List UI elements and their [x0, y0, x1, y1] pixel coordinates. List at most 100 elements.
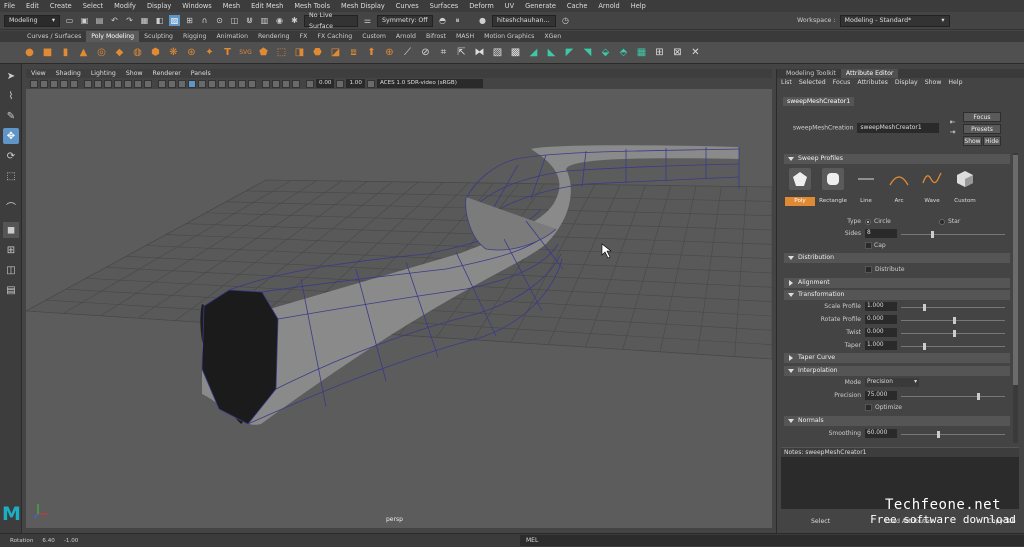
folder-new-icon[interactable]: ▭	[64, 15, 75, 26]
plane-icon[interactable]: ◆	[112, 45, 127, 60]
menu-cache[interactable]: Cache	[567, 2, 588, 10]
user-dropdown[interactable]: hiteshchauhan...	[492, 14, 556, 27]
poly-object-icon[interactable]: ⬟	[256, 45, 271, 60]
shelf-tab-custom[interactable]: Custom	[357, 31, 391, 42]
symmetry-dropdown[interactable]: Symmetry: Off	[377, 14, 433, 27]
panel-menu-selected[interactable]: Selected	[799, 78, 826, 88]
uv-auto-icon[interactable]: ⬙	[598, 45, 613, 60]
select-object-icon[interactable]: ◧	[154, 15, 165, 26]
render-settings-icon[interactable]: ✱	[289, 15, 300, 26]
profile-custom[interactable]: Custom	[950, 168, 980, 206]
viewport-menu-renderer[interactable]: Renderer	[153, 70, 181, 77]
workspace-dropdown[interactable]: Modeling - Standard* ▾	[839, 14, 950, 27]
ambient-occlusion-icon[interactable]	[228, 79, 236, 88]
super-shape-icon[interactable]: ❋	[166, 45, 181, 60]
bridge-icon[interactable]: ⧈	[346, 45, 361, 60]
profile-wave[interactable]: Wave	[917, 168, 947, 206]
panel-menu-focus[interactable]: Focus	[833, 78, 851, 88]
field-chart-icon[interactable]	[124, 79, 132, 88]
section-sweep-profiles[interactable]: Sweep Profiles	[784, 154, 1010, 164]
wire-on-shaded-icon[interactable]	[188, 79, 196, 88]
append-icon[interactable]: ⊕	[382, 45, 397, 60]
shelf-tab-rendering[interactable]: Rendering	[253, 31, 295, 42]
uv-layout-icon[interactable]: ▩	[508, 45, 523, 60]
gamma-field[interactable]: 1.00	[346, 79, 365, 88]
sphere-icon[interactable]: ●	[22, 45, 37, 60]
svg-icon[interactable]: SVG	[238, 45, 253, 60]
multicut-icon[interactable]: ⟋	[400, 45, 415, 60]
motion-blur-icon[interactable]	[238, 79, 246, 88]
menu-uv[interactable]: UV	[505, 2, 514, 10]
select-component-icon[interactable]: ▨	[169, 15, 180, 26]
exposure-icon[interactable]	[306, 79, 314, 88]
scale-field[interactable]: 1.000	[865, 302, 897, 311]
twist-field[interactable]: 0.000	[865, 328, 897, 337]
text-icon[interactable]: T	[220, 45, 235, 60]
viewport-panel[interactable]: View Shading Lighting Show Renderer Panels 0.…	[26, 69, 772, 528]
default-material-icon[interactable]	[178, 79, 186, 88]
panel-menu-show[interactable]: Show	[925, 78, 942, 88]
grid-toggle-icon[interactable]	[84, 79, 92, 88]
menu-generate[interactable]: Generate	[525, 2, 556, 10]
profile-rectangle[interactable]: Rectangle	[818, 168, 848, 206]
node-name-field[interactable]: sweepMeshCreator1	[857, 123, 940, 133]
twist-slider[interactable]	[901, 330, 1005, 337]
sculpt-icon[interactable]: ◓	[437, 15, 448, 26]
presets-button[interactable]: Presets	[963, 124, 1001, 134]
menu-help[interactable]: Help	[631, 2, 646, 10]
ipr-icon[interactable]: ◉	[274, 15, 285, 26]
twist-slider-knob[interactable]	[953, 330, 956, 337]
taper-slider-knob[interactable]	[923, 343, 926, 350]
quad-draw-icon[interactable]: ⌗	[436, 45, 451, 60]
shelf-tab-animation[interactable]: Animation	[211, 31, 253, 42]
wireframe-icon[interactable]	[158, 79, 166, 88]
combine-icon[interactable]: ⬚	[274, 45, 289, 60]
type-star-radio[interactable]	[939, 219, 945, 225]
shelf-tab-bifrost[interactable]: Bifrost	[421, 31, 451, 42]
separate-icon[interactable]: ◨	[292, 45, 307, 60]
uv-camera-icon[interactable]: ⬘	[616, 45, 631, 60]
taper-slider[interactable]	[901, 343, 1005, 350]
focus-out-icon[interactable]: ⇥	[947, 127, 958, 138]
live-surface-field[interactable]: No Live Surface	[304, 12, 358, 30]
precision-slider[interactable]	[901, 393, 1005, 400]
clock-icon[interactable]: ◷	[560, 15, 571, 26]
grease-pencil-icon[interactable]	[70, 79, 78, 88]
snap-point-icon[interactable]: ⊙	[214, 15, 225, 26]
safe-title-icon[interactable]	[144, 79, 152, 88]
menu-modify[interactable]: Modify	[114, 2, 136, 10]
cone-icon[interactable]: ▲	[76, 45, 91, 60]
mode-dropdown[interactable]: Precision ▾	[865, 378, 919, 387]
shelf-tab-fx-caching[interactable]: FX Caching	[312, 31, 357, 42]
exposure-field[interactable]: 0.00	[316, 79, 335, 88]
persp-graph-icon[interactable]: ▤	[3, 282, 19, 298]
profile-poly[interactable]: Poly	[785, 168, 815, 206]
mode-dropdown[interactable]: Modeling ▾	[4, 14, 60, 27]
menu-arnold[interactable]: Arnold	[598, 2, 619, 10]
panel-menu-attributes[interactable]: Attributes	[857, 78, 888, 88]
colorspace-dropdown[interactable]: ACES 1.0 SDR-video (sRGB)	[376, 79, 483, 88]
smoothing-field[interactable]: 60.000	[865, 429, 897, 438]
panel-scrollbar[interactable]	[1013, 153, 1018, 443]
optimize-checkbox[interactable]	[865, 404, 872, 411]
bevel-icon[interactable]: ◪	[328, 45, 343, 60]
extrude-icon[interactable]: ⬆	[364, 45, 379, 60]
resolution-gate-icon[interactable]	[104, 79, 112, 88]
select-hierarchy-icon[interactable]: ▦	[139, 15, 150, 26]
smoothing-slider-knob[interactable]	[937, 431, 940, 438]
shelf-tab-rigging[interactable]: Rigging	[178, 31, 211, 42]
shelf-tab-motion-graphics[interactable]: Motion Graphics	[479, 31, 539, 42]
save-icon[interactable]: ▤	[94, 15, 105, 26]
isolate-select-icon[interactable]	[262, 79, 270, 88]
paint-select-icon[interactable]: ✎	[3, 108, 19, 124]
command-line[interactable]: MEL	[520, 535, 1024, 546]
uv-unfold-icon[interactable]: ◢	[526, 45, 541, 60]
toggle-icon[interactable]: ⏸	[452, 15, 463, 26]
uv-flip-icon[interactable]: ⊠	[670, 45, 685, 60]
cylinder-icon[interactable]: ▮	[58, 45, 73, 60]
tab-modeling-toolkit[interactable]: Modeling Toolkit	[781, 69, 841, 78]
viewport-menu-view[interactable]: View	[31, 70, 46, 77]
sides-field[interactable]: 8	[865, 229, 897, 238]
persp-outliner-icon[interactable]: ◫	[3, 262, 19, 278]
cube-icon[interactable]: ■	[40, 45, 55, 60]
